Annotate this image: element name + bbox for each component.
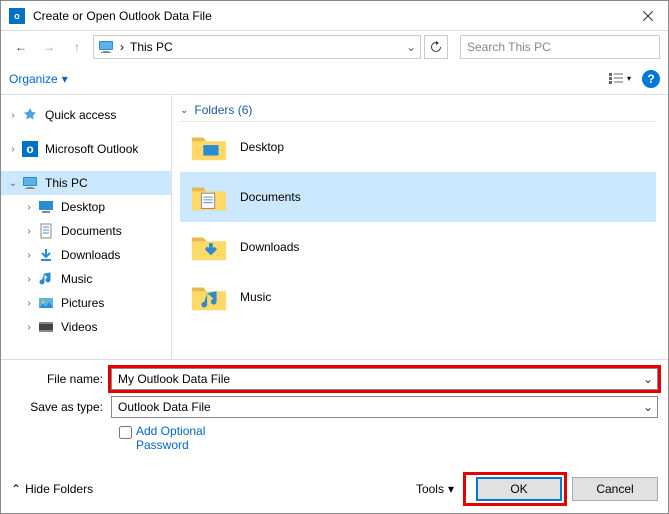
organize-button[interactable]: Organize▾ [9,72,68,86]
folders-header[interactable]: ⌄Folders (6) [180,103,656,122]
toolbar: Organize▾ ▾ ? [1,63,668,95]
search-input[interactable]: Search This PC [460,35,660,59]
desktop-icon [37,198,55,216]
videos-icon [37,318,55,336]
filename-input[interactable]: My Outlook Data File⌄ [111,368,658,390]
optional-password-checkbox[interactable]: Add Optional Password [11,424,658,452]
star-icon [21,106,39,124]
title-bar: o Create or Open Outlook Data File [1,1,668,31]
savetype-select[interactable]: Outlook Data File⌄ [111,396,658,418]
folder-documents[interactable]: Documents [180,172,656,222]
chevron-up-icon: ⌃ [11,482,21,496]
outlook-icon: o [9,8,25,24]
tree-outlook[interactable]: ›oMicrosoft Outlook [1,137,171,161]
ok-button[interactable]: OK [476,477,562,501]
downloads-icon [37,246,55,264]
folder-view: ⌄Folders (6) Desktop Documents Downloads… [171,95,668,359]
tree-quick-access[interactable]: ›Quick access [1,103,171,127]
pc-icon [98,39,114,55]
chevron-down-icon: ▾ [62,72,68,86]
folder-music[interactable]: Music [180,272,668,322]
navigation-tree: ›Quick access ›oMicrosoft Outlook ⌄This … [1,95,171,359]
button-bar: ⌃Hide Folders Tools▾ OK Cancel [11,475,658,503]
address-box[interactable]: › This PC ⌄ [93,35,421,59]
bottom-panel: File name: My Outlook Data File⌄ Save as… [1,359,668,460]
tree-downloads[interactable]: ›Downloads [1,243,171,267]
up-button[interactable]: ↑ [65,35,89,59]
chevron-down-icon: ⌄ [180,105,188,116]
tree-videos[interactable]: ›Videos [1,315,171,339]
checkbox[interactable] [119,426,132,439]
folder-icon [190,131,228,163]
folder-desktop[interactable]: Desktop [180,122,668,172]
pictures-icon [37,294,55,312]
pc-icon [21,174,39,192]
tree-pictures[interactable]: ›Pictures [1,291,171,315]
filename-label: File name: [11,372,111,386]
hide-folders-button[interactable]: ⌃Hide Folders [11,482,93,496]
savetype-label: Save as type: [11,400,111,414]
outlook-icon: o [21,140,39,158]
tree-music[interactable]: ›Music [1,267,171,291]
refresh-button[interactable] [424,35,448,59]
address-bar: ← → ↑ › This PC ⌄ Search This PC [1,31,668,63]
folder-icon [190,281,228,313]
chevron-down-icon[interactable]: ⌄ [639,397,657,417]
close-button[interactable] [628,1,668,31]
chevron-down-icon: ▾ [627,74,631,83]
address-dropdown-icon[interactable]: ⌄ [406,40,416,54]
search-placeholder: Search This PC [467,40,551,54]
window-title: Create or Open Outlook Data File [33,9,628,23]
music-icon [37,270,55,288]
tree-desktop[interactable]: ›Desktop [1,195,171,219]
folder-downloads[interactable]: Downloads [180,222,668,272]
documents-icon [37,222,55,240]
view-options-button[interactable]: ▾ [606,68,634,90]
folder-icon [190,231,228,263]
folder-icon [190,181,228,213]
tree-documents[interactable]: ›Documents [1,219,171,243]
svg-text:o: o [26,142,33,156]
breadcrumb-sep: › [120,40,124,54]
help-button[interactable]: ? [642,70,660,88]
tools-button[interactable]: Tools▾ [416,482,454,496]
forward-button[interactable]: → [37,35,61,59]
cancel-button[interactable]: Cancel [572,477,658,501]
tree-this-pc[interactable]: ⌄This PC [1,171,171,195]
svg-text:o: o [14,11,20,21]
chevron-down-icon: ▾ [448,482,454,496]
breadcrumb-location[interactable]: This PC [130,40,173,54]
chevron-down-icon[interactable]: ⌄ [639,369,657,389]
back-button[interactable]: ← [9,35,33,59]
